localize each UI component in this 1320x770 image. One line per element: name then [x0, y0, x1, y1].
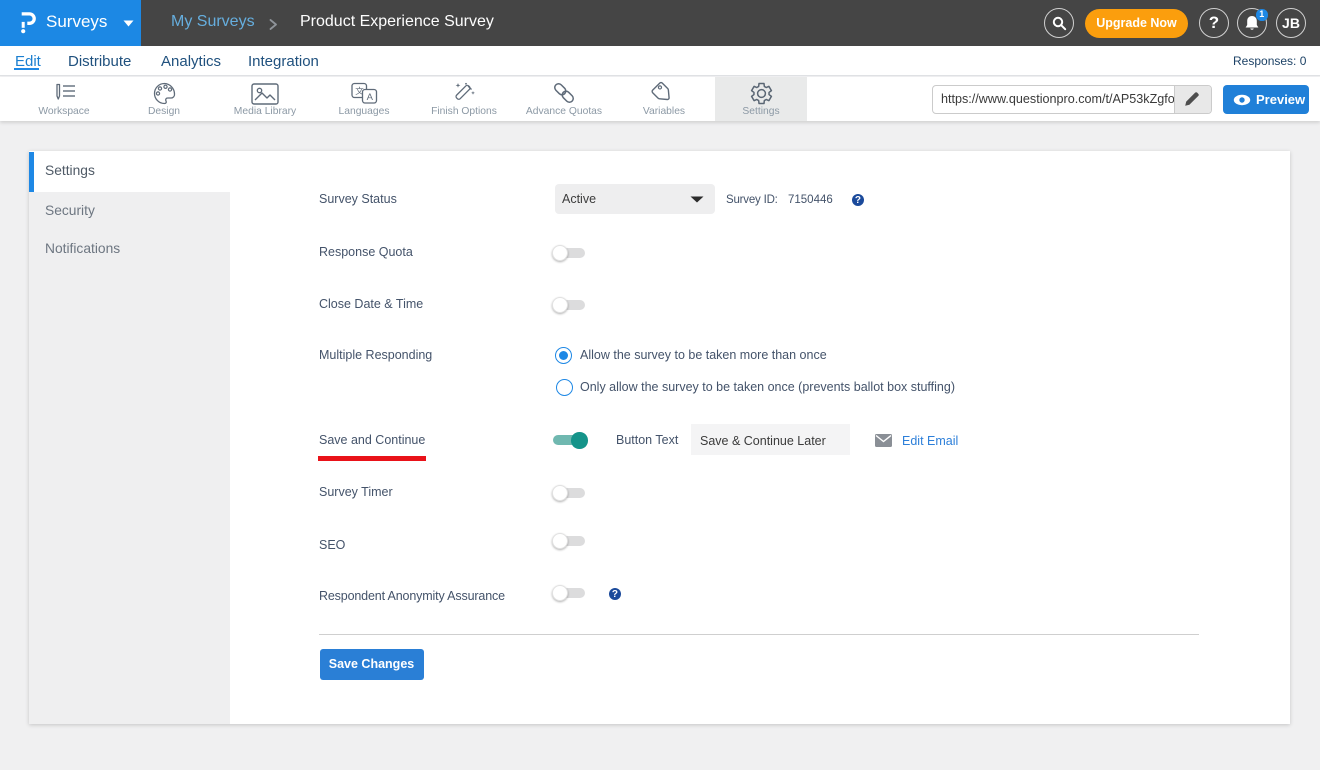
svg-text:A: A [367, 92, 374, 103]
